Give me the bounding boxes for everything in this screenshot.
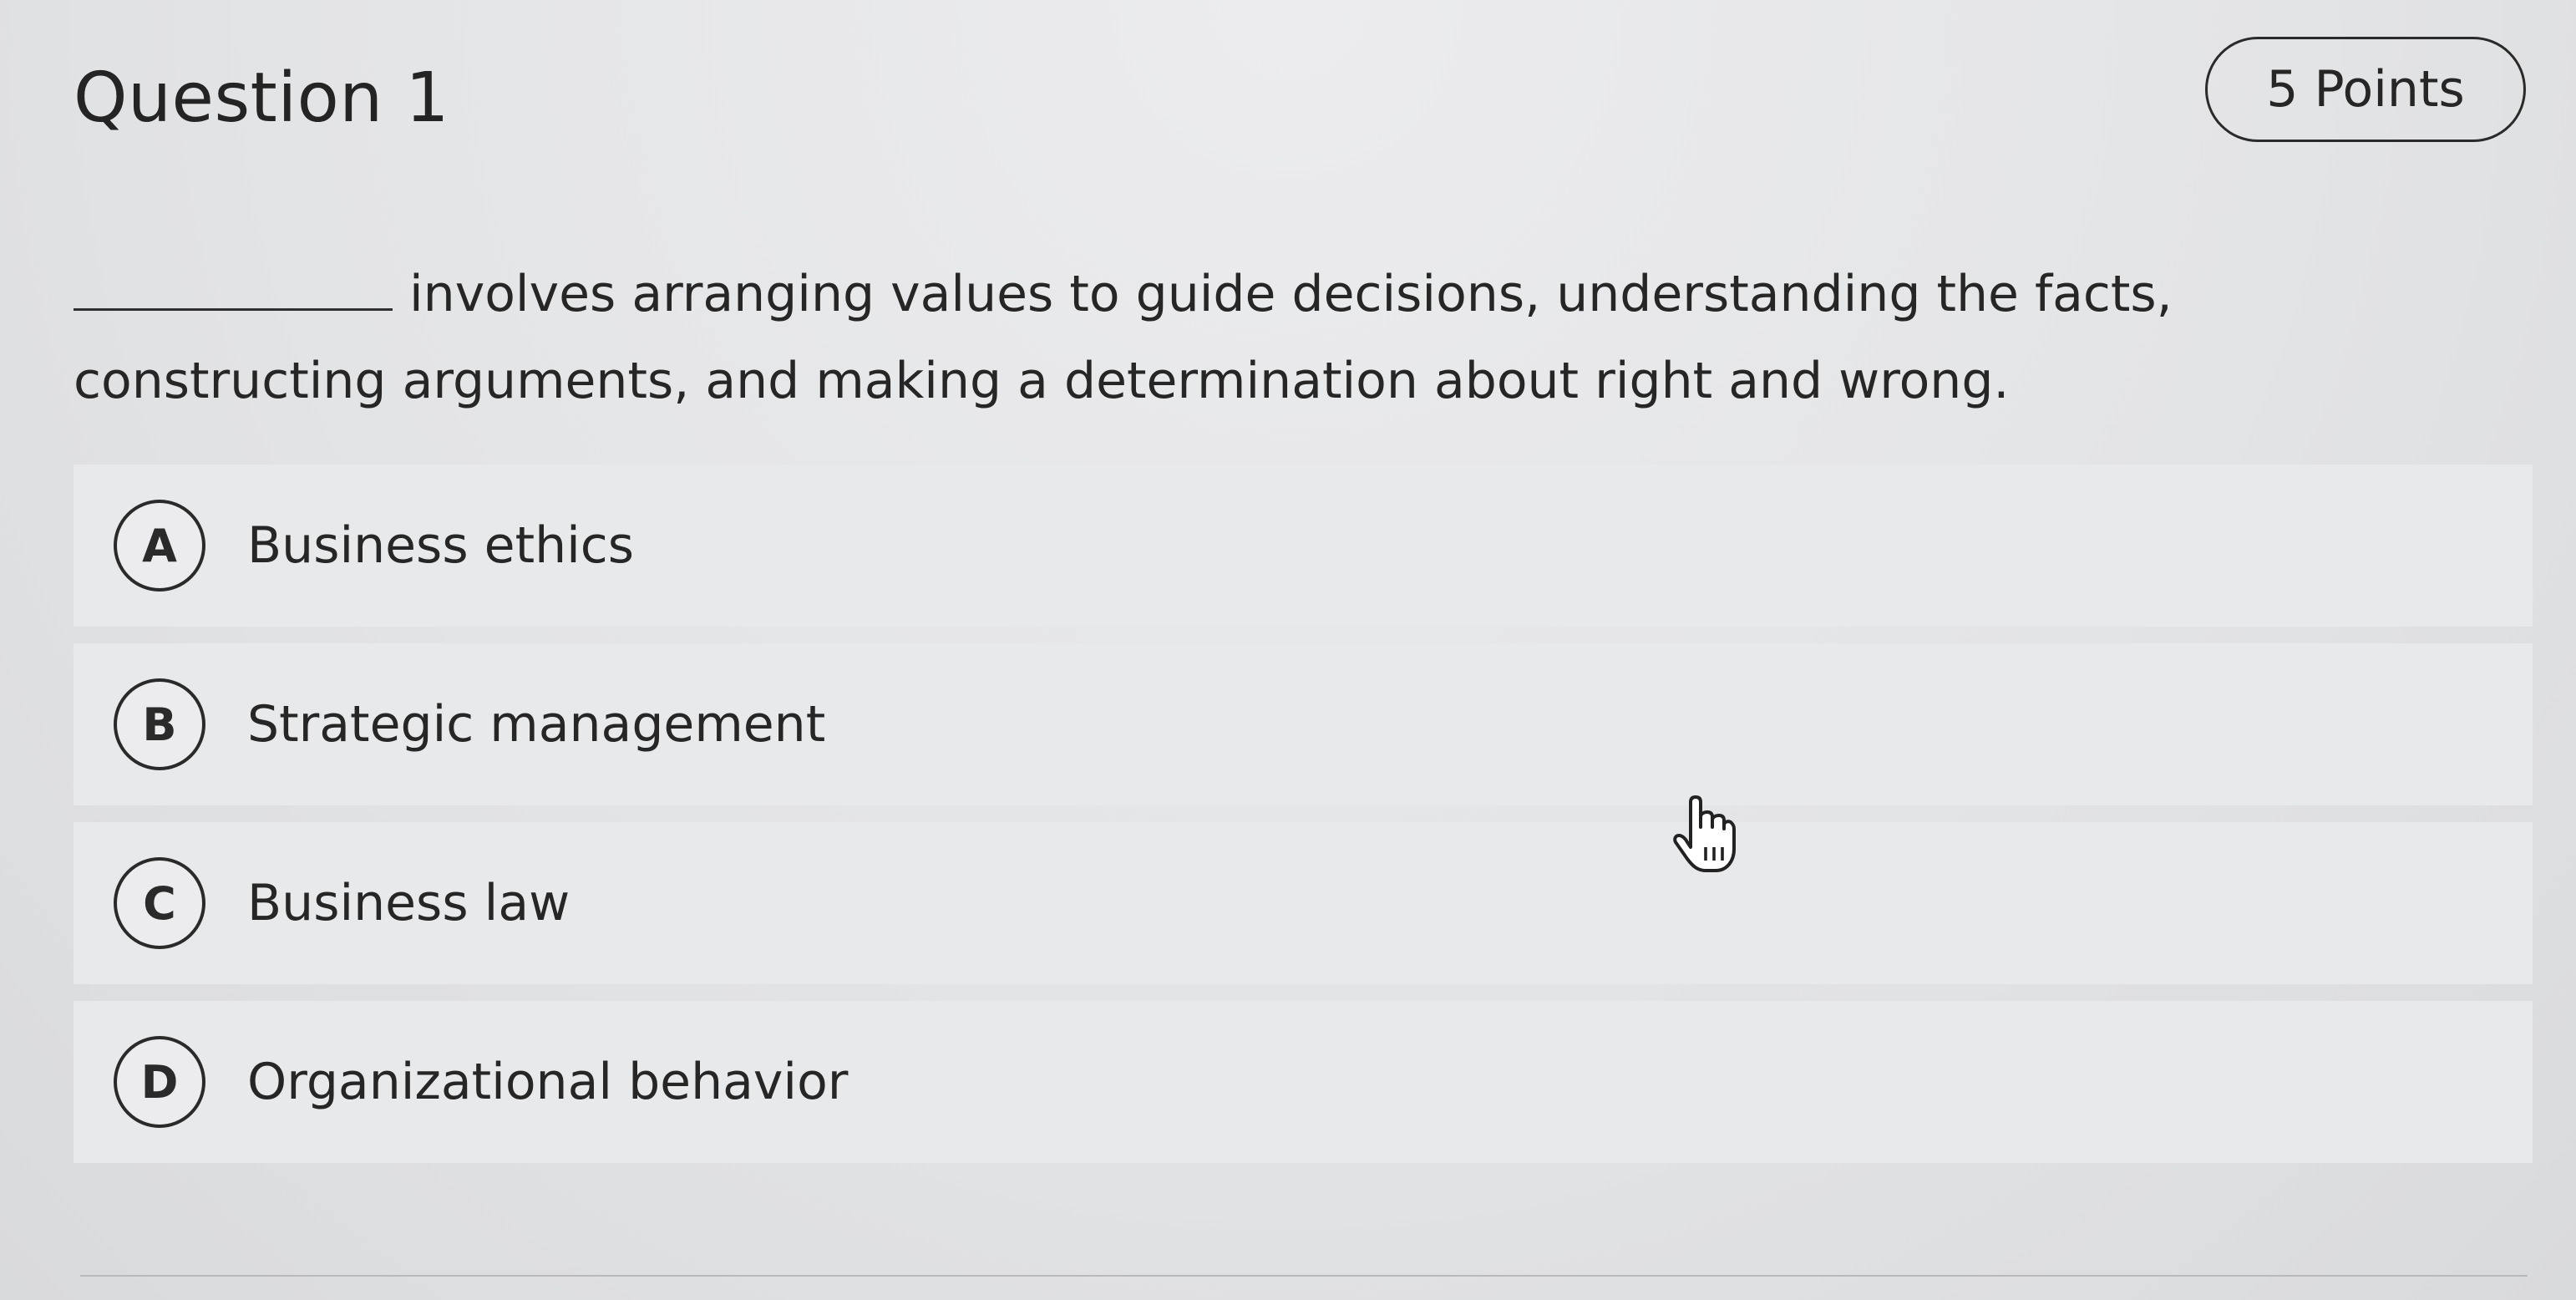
option-c[interactable]: C Business law xyxy=(74,822,2533,984)
quiz-screen: Question 1 5 Points involves arranging v… xyxy=(0,0,2576,1300)
option-letter-b: B xyxy=(114,678,205,770)
question-text: involves arranging values to guide decis… xyxy=(74,251,2496,424)
hand-pointer-icon xyxy=(1673,795,1736,872)
answer-options: A Business ethics B Strategic management… xyxy=(74,465,2533,1180)
option-d[interactable]: D Organizational behavior xyxy=(74,1001,2533,1163)
question-title: Question 1 xyxy=(74,58,449,138)
option-letter-a: A xyxy=(114,500,205,592)
option-letter-c: C xyxy=(114,857,205,949)
answer-blank xyxy=(74,258,393,311)
option-a[interactable]: A Business ethics xyxy=(74,465,2533,627)
option-label-c: Business law xyxy=(247,874,570,932)
option-label-a: Business ethics xyxy=(247,516,635,575)
points-badge: 5 Points xyxy=(2205,37,2526,142)
points-label: 5 Points xyxy=(2266,60,2465,119)
option-b[interactable]: B Strategic management xyxy=(74,643,2533,805)
bottom-divider xyxy=(80,1275,2528,1277)
option-letter-d: D xyxy=(114,1036,205,1128)
option-label-b: Strategic management xyxy=(247,695,826,754)
option-label-d: Organizational behavior xyxy=(247,1053,849,1111)
